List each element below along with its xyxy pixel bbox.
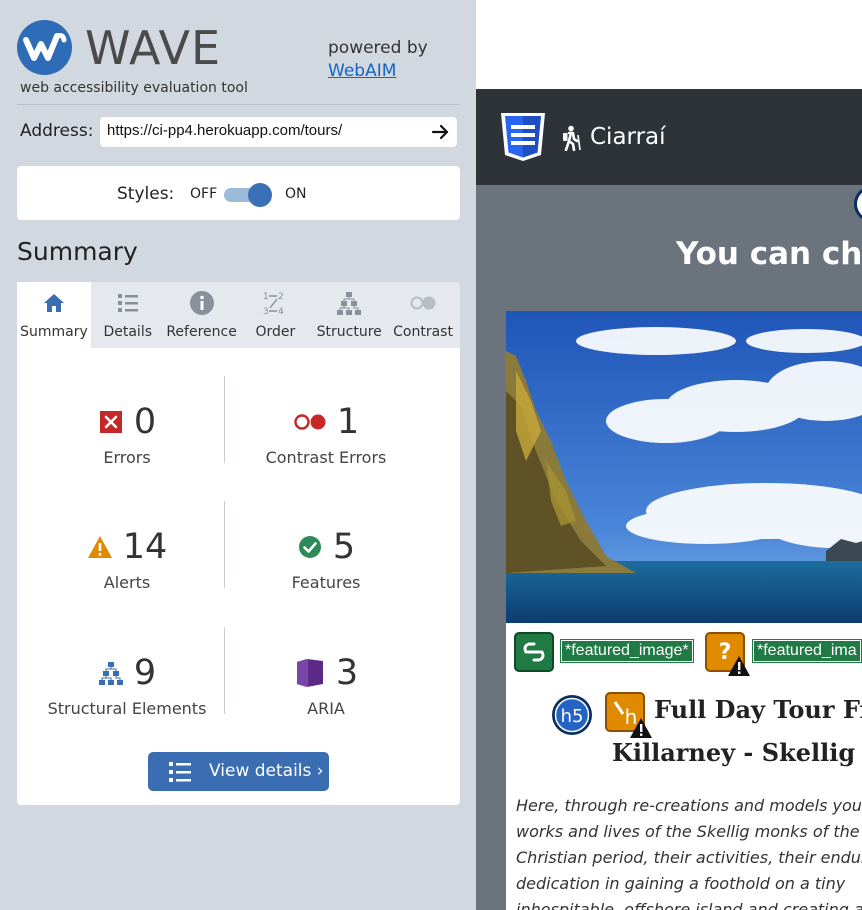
address-value[interactable]: https://ci-pp4.herokuapp.com/tours/	[107, 122, 342, 139]
link-feature-icon[interactable]	[514, 632, 554, 672]
svg-text:h: h	[625, 705, 638, 729]
contrast-errors-stat[interactable]: 1 Contrast Errors	[226, 400, 426, 467]
tab-label: Summary	[20, 324, 88, 340]
wave-tagline: web accessibility evaluation tool	[20, 80, 248, 96]
aria-label: ARIA	[307, 699, 345, 718]
errors-count: 0	[133, 402, 157, 442]
svg-text:3: 3	[263, 307, 269, 316]
featured-image-tag[interactable]: *featured_ima	[752, 639, 862, 663]
alerts-label: Alerts	[103, 573, 151, 592]
webaim-link[interactable]: WebAIM	[328, 61, 396, 81]
structural-elements-label: Structural Elements	[47, 699, 207, 718]
features-label: Features	[291, 573, 361, 592]
tab-reference[interactable]: Reference	[165, 282, 239, 348]
structural-elements-stat[interactable]: 9 Structural Elements	[27, 651, 227, 718]
tab-summary[interactable]: Summary	[17, 282, 91, 348]
page-preview[interactable]: Ciarraí You can cho	[476, 0, 862, 910]
home-icon	[43, 294, 64, 312]
features-count: 5	[332, 527, 356, 567]
svg-text:1: 1	[263, 292, 269, 302]
tour-photo[interactable]	[506, 311, 862, 623]
contrast-errors-count: 1	[336, 402, 360, 442]
svg-text:4: 4	[278, 307, 284, 316]
summary-heading: Summary	[17, 237, 138, 266]
summary-panel: 0 Errors 1 Contrast Errors 14 Alerts 5 F…	[17, 348, 460, 805]
styles-label: Styles:	[117, 184, 175, 204]
tour-title: Full Day Tour Fro	[654, 695, 862, 724]
structural-elements-count: 9	[133, 653, 157, 693]
tab-label: Reference	[166, 324, 237, 340]
address-label: Address:	[20, 121, 94, 141]
site-brand[interactable]: Ciarraí	[590, 124, 666, 150]
list-icon	[117, 294, 138, 312]
toggle-knob[interactable]	[248, 183, 272, 207]
tour-description: Here, through re-creations and models yo…	[516, 796, 862, 910]
panel-tabs: Summary Details Reference 1234 Order Str…	[17, 282, 460, 348]
featured-image-tag[interactable]: *featured_image*	[560, 639, 694, 663]
features-stat[interactable]: 5 Features	[226, 525, 426, 592]
feature-icon	[298, 536, 321, 558]
address-input[interactable]: https://ci-pp4.herokuapp.com/tours/	[100, 117, 457, 147]
structure-icon	[337, 292, 362, 315]
tab-structure[interactable]: Structure	[312, 282, 386, 348]
svg-text:2: 2	[278, 292, 284, 302]
styles-card: Styles: OFF ON	[17, 166, 460, 220]
error-icon	[99, 411, 122, 433]
order-icon: 1 23 4	[263, 292, 284, 316]
hiking-icon	[563, 125, 581, 151]
styles-off-label: OFF	[190, 186, 218, 202]
view-details-button[interactable]: View details ›	[148, 752, 329, 791]
tab-label: Order	[255, 324, 296, 340]
tab-contrast[interactable]: Contrast	[386, 282, 460, 348]
tab-label: Structure	[316, 324, 382, 340]
styles-toggle[interactable]	[224, 183, 276, 207]
styles-on-label: ON	[285, 186, 307, 202]
view-details-label: View details ›	[209, 761, 324, 781]
heading-h5-icon[interactable]: h5	[551, 694, 593, 736]
tab-order[interactable]: 1234 Order	[238, 282, 312, 348]
alerts-count: 14	[122, 527, 168, 567]
tour-title: Killarney - Skellig	[612, 738, 856, 767]
page-heading: You can cho	[676, 236, 862, 272]
aria-stat[interactable]: 3 ARIA	[226, 651, 426, 718]
wave-logo-icon	[17, 20, 72, 75]
preview-top-area	[476, 0, 862, 89]
arrow-right-icon[interactable]	[429, 121, 451, 143]
tab-label: Contrast	[393, 324, 453, 340]
list-icon	[169, 762, 191, 782]
contrast-error-icon	[294, 414, 326, 430]
aria-icon	[296, 659, 323, 687]
contrast-errors-label: Contrast Errors	[265, 448, 387, 467]
tour-card: *featured_image* ? *featured_ima h5 h Fu…	[506, 311, 862, 910]
tab-label: Details	[103, 324, 153, 340]
powered-by-text: powered by	[328, 38, 428, 58]
suspicious-alt-alert-icon[interactable]: ?	[705, 632, 751, 678]
errors-label: Errors	[103, 448, 151, 467]
wave-sidebar: WAVE web accessibility evaluation tool p…	[0, 0, 476, 910]
aria-count: 3	[335, 653, 359, 693]
svg-text:?: ?	[719, 640, 732, 665]
header-divider	[17, 104, 460, 105]
wave-logo-text: WAVE	[85, 21, 222, 75]
wave-icon-partial[interactable]	[854, 186, 862, 222]
errors-stat[interactable]: 0 Errors	[27, 400, 227, 467]
contrast-icon	[410, 296, 436, 310]
info-icon	[189, 291, 214, 315]
svg-text:h5: h5	[561, 706, 584, 727]
tab-details[interactable]: Details	[91, 282, 165, 348]
skipped-heading-alert-icon[interactable]: h	[605, 692, 653, 740]
alerts-stat[interactable]: 14 Alerts	[27, 525, 227, 592]
css-logo-icon[interactable]	[497, 111, 549, 163]
alert-icon	[87, 536, 112, 558]
site-navbar: Ciarraí	[476, 89, 862, 185]
structure-icon	[98, 662, 123, 685]
